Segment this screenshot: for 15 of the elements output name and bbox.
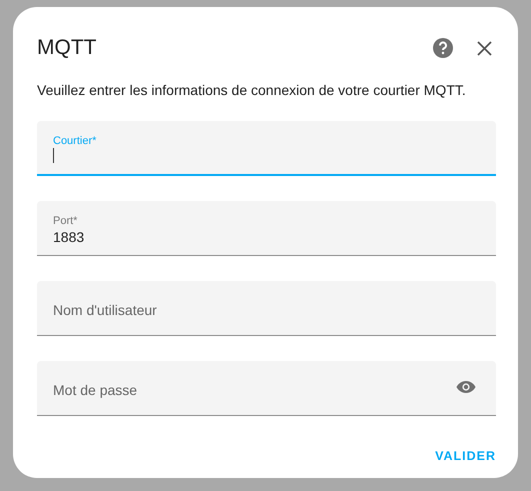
input-field[interactable]: Nom d'utilisateur: [37, 281, 496, 336]
eye-icon[interactable]: [456, 380, 476, 394]
input-field[interactable]: Port* 1883: [37, 201, 496, 256]
dialog-title: MQTT: [37, 35, 98, 61]
field-label: Mot de passe: [53, 381, 138, 400]
text-cursor: [53, 148, 54, 163]
close-icon[interactable]: [477, 40, 492, 56]
dialog-description: Veuillez entrer les informations de connexion de votre courtier MQTT.: [37, 81, 467, 100]
password-field[interactable]: Mot de passe: [37, 361, 496, 416]
help-icon[interactable]: [433, 38, 453, 58]
field-label: Courtier*: [53, 134, 96, 149]
field-value: 1883: [53, 228, 84, 247]
submit-button[interactable]: VALIDER: [435, 441, 496, 472]
field-label: Port*: [53, 214, 78, 229]
field-label: Nom d'utilisateur: [53, 301, 157, 320]
